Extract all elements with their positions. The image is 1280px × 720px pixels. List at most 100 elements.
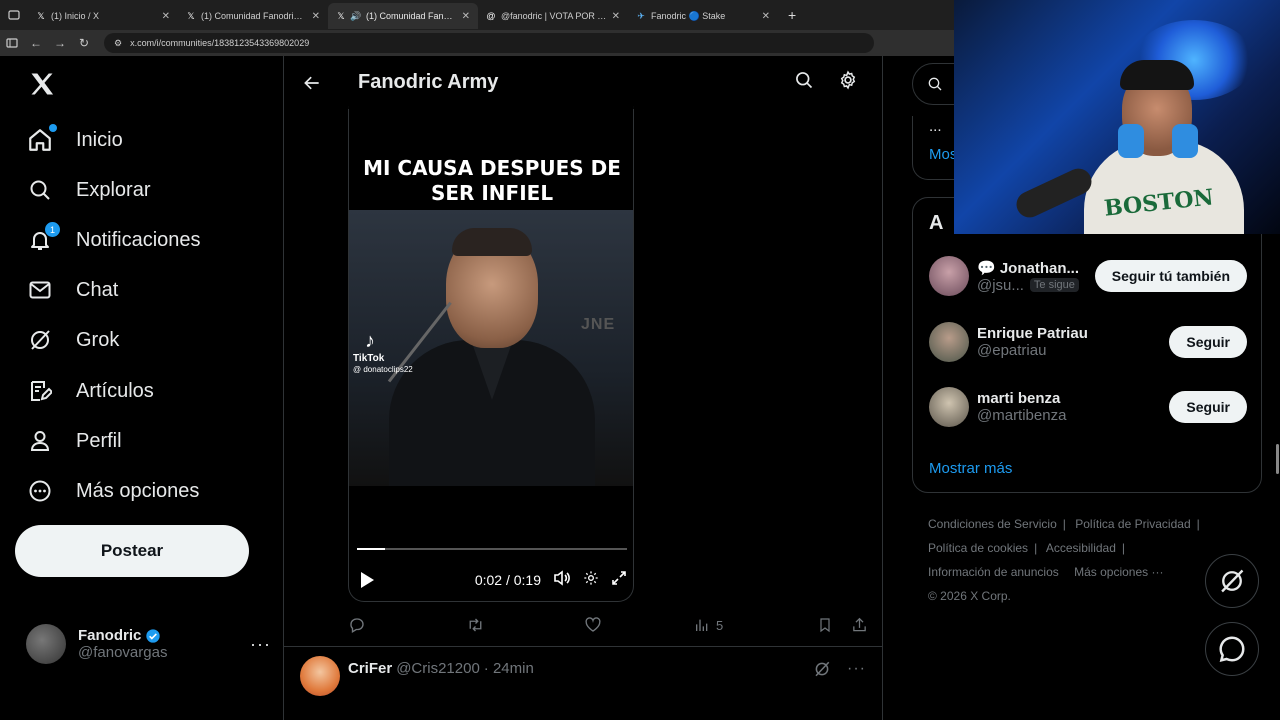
follow-suggestion[interactable]: 💬 Jonathan... @jsu... Te sigue Seguir tú… bbox=[929, 254, 1247, 298]
video-progress-fill bbox=[357, 548, 386, 550]
streamer-hair bbox=[1120, 60, 1194, 90]
nav-item-mas-opciones[interactable]: Más opciones bbox=[26, 471, 199, 511]
close-tab-icon[interactable]: ✕ bbox=[462, 11, 470, 22]
follow-back-button[interactable]: Seguir tú también bbox=[1094, 260, 1247, 292]
tab-title: Fanodric 🔵 Stake bbox=[651, 10, 726, 21]
new-tab-icon[interactable]: + bbox=[778, 7, 806, 23]
nav-label: Notificaciones bbox=[76, 228, 201, 251]
tab-title: @fanodric | VOTA POR TU CON bbox=[501, 11, 607, 21]
tiktok-user: @ donatoclips22 bbox=[353, 365, 413, 374]
footer-link-privacy[interactable]: Política de Privacidad bbox=[1075, 517, 1190, 531]
x-logo-icon[interactable] bbox=[28, 70, 56, 98]
close-tab-icon[interactable]: ✕ bbox=[312, 11, 320, 22]
settings-gear-icon[interactable] bbox=[583, 570, 599, 591]
browser-tab-2[interactable]: 𝕏 (1) Comunidad Fanodric Army / X ✕ bbox=[178, 3, 328, 29]
nav-label: Más opciones bbox=[76, 479, 200, 502]
avatar bbox=[26, 624, 66, 664]
grok-icon[interactable] bbox=[813, 660, 831, 683]
nav-item-inicio[interactable]: Inicio bbox=[26, 120, 123, 160]
url-field[interactable]: ⚙ x.com/i/communities/183812354336980202… bbox=[104, 33, 874, 53]
more-horizontal-icon[interactable]: ··· bbox=[847, 660, 866, 683]
post-divider bbox=[284, 646, 882, 647]
browser-tab-1[interactable]: 𝕏 (1) Inicio / X ✕ bbox=[28, 3, 178, 29]
video-frame: JNE ♪ TikTok @ donatoclips22 bbox=[349, 210, 633, 486]
show-more-link[interactable]: Mostrar más bbox=[929, 460, 1012, 477]
reload-icon[interactable]: ↻ bbox=[72, 30, 96, 56]
bookmark-icon[interactable] bbox=[817, 616, 833, 634]
avatar[interactable] bbox=[929, 256, 969, 296]
share-icon[interactable] bbox=[851, 616, 868, 634]
caption-line: MI CAUSA DESPUES DE bbox=[363, 156, 621, 180]
repost-icon[interactable] bbox=[466, 616, 584, 634]
avatar[interactable] bbox=[929, 322, 969, 362]
browser-tab-3-active[interactable]: 𝕏 🔊 (1) Comunidad Fanodric Ar ✕ bbox=[328, 3, 478, 29]
nav-item-notificaciones[interactable]: 1 Notificaciones bbox=[26, 220, 201, 260]
post-button[interactable]: Postear bbox=[15, 525, 249, 577]
fullscreen-icon[interactable] bbox=[611, 570, 627, 591]
play-icon[interactable] bbox=[359, 571, 379, 589]
sidebar-toggle-icon[interactable] bbox=[0, 30, 24, 56]
reply-post[interactable]: CriFer @Cris21200 · 24min ··· bbox=[300, 656, 866, 696]
close-tab-icon[interactable]: ✕ bbox=[762, 11, 770, 22]
bell-icon: 1 bbox=[26, 222, 60, 254]
grok-icon bbox=[26, 326, 54, 354]
more-circle-icon bbox=[26, 477, 54, 505]
site-info-icon[interactable]: ⚙ bbox=[114, 38, 122, 49]
follow-button[interactable]: Seguir bbox=[1169, 391, 1247, 423]
footer-link-terms[interactable]: Condiciones de Servicio bbox=[928, 517, 1057, 531]
browser-tab-4[interactable]: @ @fanodric | VOTA POR TU CON ✕ bbox=[478, 3, 628, 29]
browser-tab-5[interactable]: ✈ Fanodric 🔵 Stake ✕ bbox=[628, 3, 778, 29]
backdrop-text: JNE bbox=[581, 316, 616, 333]
close-tab-icon[interactable]: ✕ bbox=[162, 11, 170, 22]
account-handle: @fanovargas bbox=[78, 644, 168, 661]
nav-item-perfil[interactable]: Perfil bbox=[26, 421, 122, 461]
reply-icon[interactable] bbox=[348, 616, 466, 634]
mail-icon bbox=[26, 276, 54, 304]
back-arrow-icon[interactable]: ← bbox=[24, 30, 48, 56]
page-scrollbar[interactable] bbox=[1276, 444, 1279, 474]
chat-fab-button[interactable] bbox=[1205, 622, 1259, 676]
tab-actions-icon[interactable] bbox=[0, 0, 28, 30]
reply-author-handle[interactable]: @Cris21200 bbox=[396, 660, 480, 677]
more-horizontal-icon[interactable]: ··· bbox=[250, 634, 271, 655]
at-favicon-icon: @ bbox=[486, 11, 496, 21]
video-player[interactable]: MI CAUSA DESPUES DE SER INFIEL JNE ♪ Tik… bbox=[348, 106, 634, 602]
reply-time[interactable]: · 24min bbox=[484, 660, 534, 677]
video-progress-bar[interactable] bbox=[357, 548, 627, 550]
account-switcher[interactable]: Fanodric @fanovargas ··· bbox=[26, 622, 271, 666]
footer-link-more[interactable]: Más opciones ··· bbox=[1074, 565, 1163, 579]
post-actions: 5 bbox=[348, 614, 868, 636]
follow-suggestion[interactable]: marti benza @martibenza Seguir bbox=[929, 385, 1247, 429]
follow-button[interactable]: Seguir bbox=[1169, 326, 1247, 358]
gear-icon[interactable] bbox=[838, 70, 858, 95]
nav-item-chat[interactable]: Chat bbox=[26, 270, 118, 310]
copyright: © 2026 X Corp. bbox=[928, 589, 1011, 603]
forward-arrow-icon[interactable]: → bbox=[48, 30, 72, 56]
speaker-icon[interactable]: 🔊 bbox=[350, 11, 361, 21]
suggestion-handle: @jsu... bbox=[977, 276, 1024, 294]
nav-label: Explorar bbox=[76, 178, 151, 201]
home-icon bbox=[26, 124, 57, 154]
volume-icon[interactable] bbox=[553, 569, 571, 591]
avatar[interactable] bbox=[300, 656, 340, 696]
close-tab-icon[interactable]: ✕ bbox=[612, 11, 620, 22]
back-arrow-icon[interactable] bbox=[286, 73, 338, 93]
tab-title: (1) Comunidad Fanodric Army / X bbox=[201, 11, 307, 21]
follow-suggestion[interactable]: Enrique Patriau @epatriau Seguir bbox=[929, 320, 1247, 364]
nav-item-articulos[interactable]: Artículos bbox=[26, 371, 154, 411]
footer-link-ads[interactable]: Información de anuncios bbox=[928, 565, 1059, 579]
account-name-row: Fanodric bbox=[78, 627, 167, 644]
footer-link-accessibility[interactable]: Accesibilidad bbox=[1046, 541, 1116, 555]
footer-link-cookies[interactable]: Política de cookies bbox=[928, 541, 1028, 555]
caption-line: SER INFIEL bbox=[430, 181, 554, 205]
search-icon[interactable] bbox=[794, 70, 814, 95]
views-stat[interactable]: 5 bbox=[694, 617, 814, 633]
like-heart-icon[interactable] bbox=[584, 616, 694, 634]
verified-badge-icon bbox=[146, 628, 161, 643]
nav-item-explorar[interactable]: Explorar bbox=[26, 170, 150, 210]
avatar[interactable] bbox=[929, 387, 969, 427]
nav-item-grok[interactable]: Grok bbox=[26, 320, 119, 360]
headphone-right bbox=[1172, 124, 1198, 158]
reply-author-name[interactable]: CriFer bbox=[348, 660, 392, 677]
grok-fab-button[interactable] bbox=[1205, 554, 1259, 608]
